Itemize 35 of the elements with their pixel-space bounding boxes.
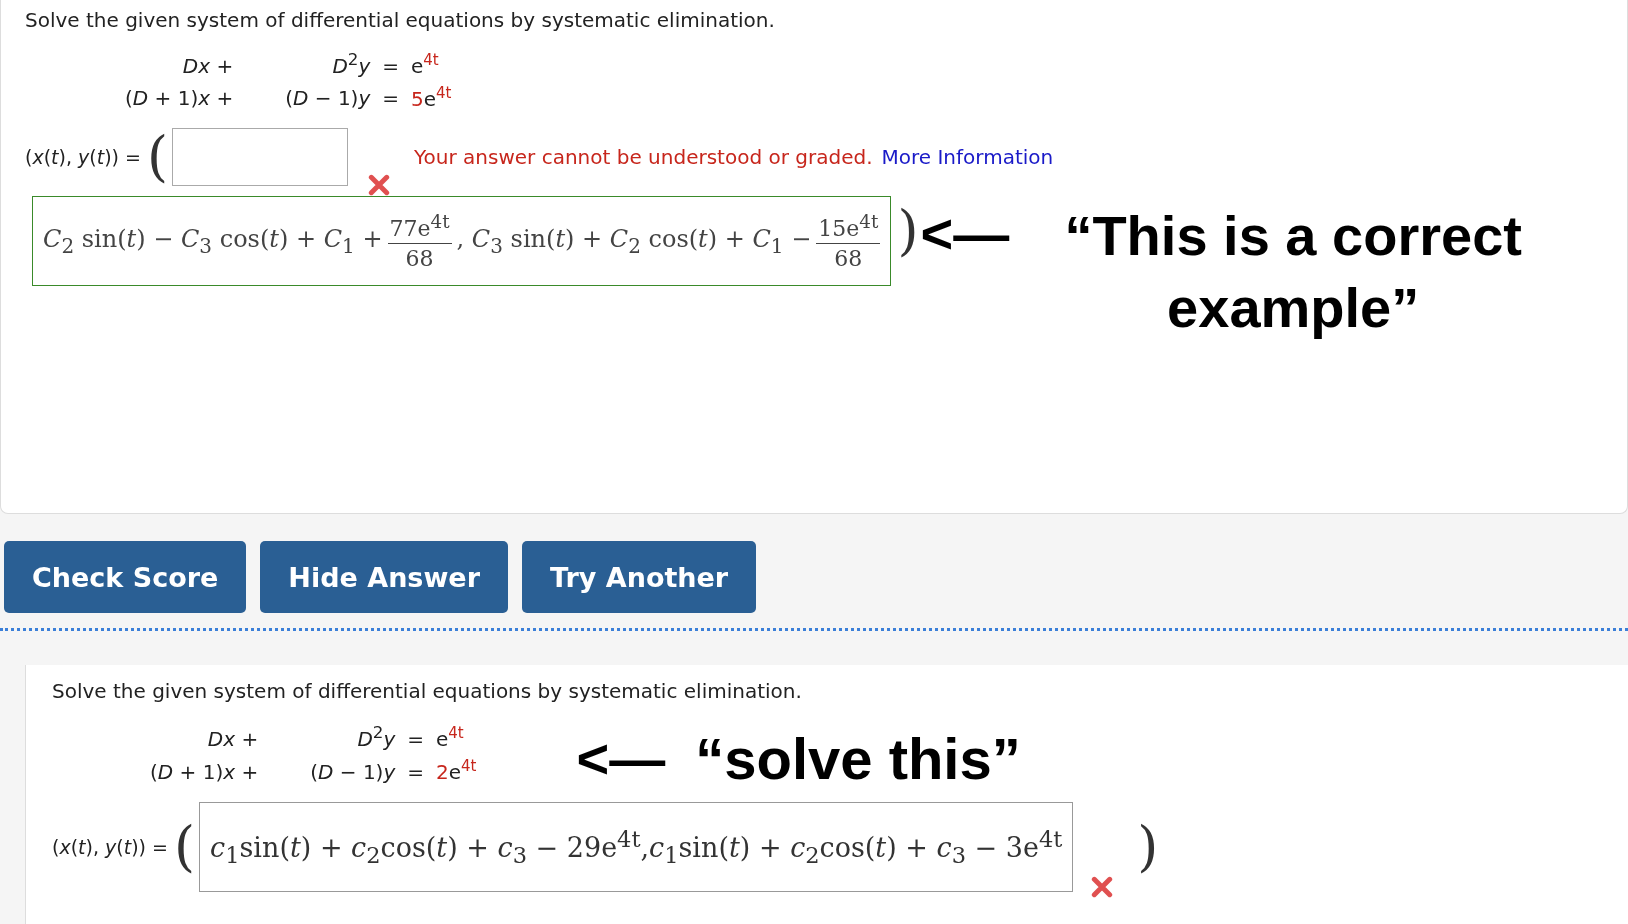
equation-rhs: 2e$^{4t}$	[436, 757, 477, 784]
answer-label: (x(t), y(t)) =	[25, 146, 141, 169]
answer-field[interactable]: c$_{1}$sin(t) + c$_{2}$cos(t) + c$_{3}$ − 29e$^{4t}$,c$_{1}$sin(t) + c$_{2}$cos(t) + c$_{3}$ − 3e$^{4t}$	[199, 802, 1074, 892]
equation-term: Dx +	[206, 727, 259, 751]
equation-rhs: 5e$^{4t}$	[411, 83, 452, 111]
equals-sign: =	[407, 759, 424, 784]
annotation-text: “This is a correct example”	[1063, 203, 1523, 341]
question-prompt: Solve the given system of differential equations by systematic elimination.	[25, 8, 776, 32]
equation-term: (D − 1)y	[309, 759, 396, 784]
equals-sign: =	[407, 727, 424, 751]
equation-term: Dx +	[181, 53, 234, 78]
more-information-link[interactable]: More Information	[881, 145, 1054, 170]
equation-term: (D + 1)x +	[150, 759, 259, 784]
error-message: Your answer cannot be understood or graded.	[414, 145, 873, 170]
action-button[interactable]: Try Another	[522, 541, 757, 613]
question-prompt: Solve the given system of differential equations by systematic elimination.	[52, 679, 803, 703]
action-button[interactable]: Hide Answer	[260, 541, 508, 613]
annotation-arrow: <—	[576, 726, 666, 791]
equation-term: (D + 1)x +	[125, 86, 234, 111]
answer-label: (x(t), y(t)) =	[52, 836, 168, 858]
equation-rhs: e$^{4t}$	[411, 51, 440, 78]
equation-term: D$^{2}$y	[331, 50, 371, 78]
open-paren: (	[146, 130, 169, 185]
equation-rhs: e$^{4t}$	[436, 724, 465, 751]
action-button[interactable]: Check Score	[4, 541, 247, 613]
equation-term: D$^{2}$y	[356, 723, 396, 751]
annotation-arrow: <—	[920, 201, 1010, 268]
equals-sign: =	[382, 86, 399, 111]
annotation-text: “solve this”	[695, 725, 1021, 792]
equation-term: (D − 1)y	[284, 86, 371, 111]
close-paren: )	[1137, 820, 1159, 874]
close-paren: )	[897, 204, 919, 259]
open-paren: (	[173, 820, 196, 874]
answer-field[interactable]	[172, 128, 349, 187]
equals-sign: =	[382, 53, 399, 78]
